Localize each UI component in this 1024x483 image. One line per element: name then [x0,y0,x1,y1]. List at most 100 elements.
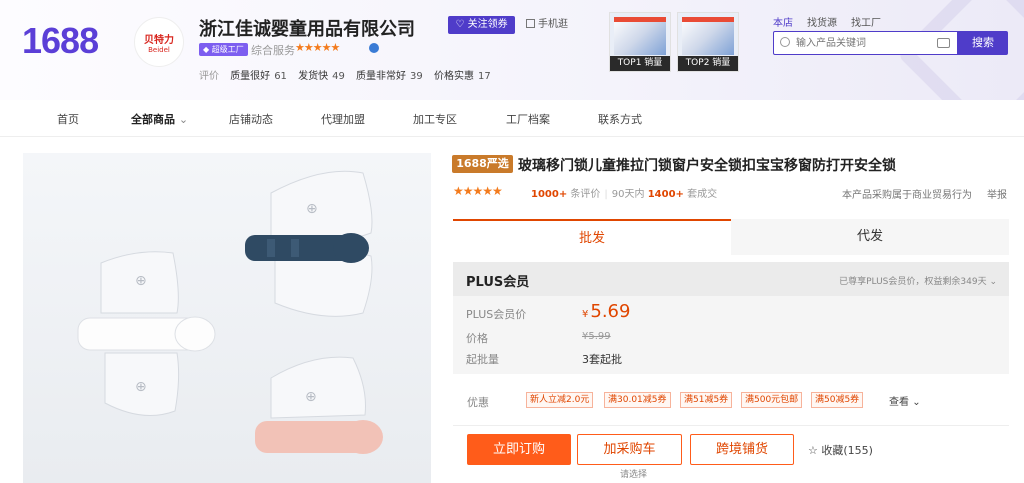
camera-icon[interactable] [937,38,950,48]
nav-processing[interactable]: 加工专区 [413,111,457,127]
moq-label: 起批量 [466,353,499,366]
nav-home[interactable]: 首页 [57,111,79,127]
nav-all-products[interactable]: 全部商品 ⌄ [131,111,188,127]
mobile-button[interactable]: 手机逛 [526,16,586,34]
reviews-label: 条评价 [570,189,601,200]
nav-factory-profile[interactable]: 工厂档案 [506,111,550,127]
rating-count: 17 [477,71,491,82]
info-icon[interactable] [369,43,379,53]
coupon[interactable]: 满50减5券 [811,392,864,408]
top-product-banner [682,17,734,22]
search-tabs: 本店 找货源 找工厂 [773,14,895,29]
plus-price-value: 5.69 [590,301,631,322]
view-more-label: 查看 [889,397,909,408]
top-product-1[interactable]: TOP1 销量 [609,12,671,72]
nav-news[interactable]: 店铺动态 [229,111,273,127]
search-input[interactable] [796,34,936,52]
original-price: ¥5.99 [582,331,611,342]
chevron-down-icon: ⌄ [178,113,189,126]
nav-contact[interactable]: 联系方式 [598,111,642,127]
product-photo: ⊕ ⊕ ⊕ ⊕ [77,170,383,454]
product-title: 玻璃移门锁儿童推拉门锁窗户安全锁扣宝宝移窗防打开安全锁 [518,158,896,174]
buy-now-button[interactable]: 立即订购 [467,434,571,465]
currency-symbol: ¥ [582,309,589,320]
price-label: 价格 [466,332,488,345]
moq-value: 3套起批 [582,353,622,366]
sold-label: 套成交 [687,189,718,200]
site-logo[interactable]: 1688 [22,20,99,62]
yanxuan-badge: 1688严选 [452,155,513,173]
chevron-down-icon: ⌄ [912,397,921,408]
product-image[interactable]: ⊕ ⊕ ⊕ ⊕ [23,153,431,483]
purchase-tabs: 批发 代发 [453,219,1009,255]
view-more-discounts[interactable]: 查看 ⌄ [889,393,921,408]
business-note: 本产品采购属于商业贸易行为 [842,190,972,201]
top-product-image [614,17,666,55]
top-product-banner [614,17,666,22]
price-box: PLUS会员 已尊享PLUS会员价，权益剩余349天 ⌄ PLUS会员价 ¥5.… [453,262,1009,374]
coupon[interactable]: 新人立减2.0元 [526,392,594,408]
product-stars: ★★★★★ [453,184,503,198]
factory-tag: ◆ 超级工厂 [199,43,248,56]
factory-tag-label: 超级工厂 [211,45,244,54]
rating-tag[interactable]: 价格实惠 [434,71,474,82]
days-label: 90天内 [611,189,645,200]
choose-hint: 请选择 [620,470,648,480]
rating-count: 61 [274,71,287,82]
shop-nav: 首页 全部商品 ⌄ 店铺动态 代理加盟 加工专区 工厂档案 联系方式 [0,100,1024,137]
top-product-image [682,17,734,55]
mobile-label: 手机逛 [538,19,568,30]
shop-logo-title: 贝特力 [144,34,174,46]
rating-tag[interactable]: 发货快 [298,71,328,82]
plus-title: PLUS会员 [466,275,530,290]
plus-header: PLUS会员 已尊享PLUS会员价，权益剩余349天 ⌄ [453,262,1009,296]
top-product-label: TOP2 销量 [678,56,738,71]
search-box [773,31,958,55]
sold-count: 1400+ [647,189,684,200]
top-product-2[interactable]: TOP2 销量 [677,12,739,72]
shop-header: 1688 贝特力 Beidel 浙江佳诚婴童用品有限公司 ⌄ ◆ 超级工厂 综合… [0,0,1024,100]
nav-agency[interactable]: 代理加盟 [321,111,365,127]
search-tab-shop[interactable]: 本店 [773,18,793,29]
svg-text:⊕: ⊕ [135,273,147,289]
coupon[interactable]: 满500元包邮 [741,392,803,408]
rating-tag[interactable]: 质量非常好 [356,71,406,82]
product-stats: 1000+ 条评价 | 90天内 1400+ 套成交 [531,189,718,200]
top-product-label: TOP1 销量 [610,56,670,71]
chevron-down-icon[interactable]: ⌄ [404,18,414,32]
chevron-down-icon: ⌄ [989,277,997,287]
tab-dropship[interactable]: 代发 [731,219,1009,255]
ratings-label: 评价 [199,71,219,82]
plus-note-text: 已尊享PLUS会员价，权益剩余349天 [839,277,987,287]
search-icon [780,37,790,47]
coupon[interactable]: 满51减5券 [680,392,733,408]
discounts-label: 优惠 [467,396,489,409]
add-to-cart-button[interactable]: 加采购车 [577,434,682,465]
follow-coupon-button[interactable]: ♡ 关注领券 [448,16,515,34]
shop-name[interactable]: 浙江佳诚婴童用品有限公司 [199,15,415,41]
service-stars: ★★★★★ [295,41,340,54]
ratings-row: 评价 质量很好 61 发货快 49 质量非常好 39 价格实惠 17 [199,67,491,82]
favorite-button[interactable]: ☆ 收藏(155) [808,442,873,458]
reviews-count[interactable]: 1000+ [531,189,567,200]
star-icon: ☆ [808,444,818,457]
cross-border-button[interactable]: 跨境铺货 [690,434,794,465]
coupon[interactable]: 满30.01减5券 [604,392,671,408]
search-tab-factory[interactable]: 找工厂 [851,18,881,29]
service-label: 综合服务 [251,44,295,57]
shop-logo[interactable]: 贝特力 Beidel [134,17,184,67]
search-button[interactable]: 搜索 [958,31,1008,55]
rating-tag[interactable]: 质量很好 [230,71,270,82]
report-link[interactable]: 举报 [987,186,1007,201]
nav-all-products-label: 全部商品 [131,113,175,126]
qrcode-icon [526,19,535,28]
plus-price-label: PLUS会员价 [466,308,527,321]
shop-logo-sub: Beidel [148,45,170,54]
rating-count: 39 [410,71,423,82]
svg-text:⊕: ⊕ [306,201,318,217]
tab-wholesale[interactable]: 批发 [453,219,731,255]
search-tab-source[interactable]: 找货源 [807,18,837,29]
svg-text:⊕: ⊕ [305,389,317,405]
follow-label: 关注领券 [467,19,508,30]
plus-note[interactable]: 已尊享PLUS会员价，权益剩余349天 ⌄ [839,274,997,287]
